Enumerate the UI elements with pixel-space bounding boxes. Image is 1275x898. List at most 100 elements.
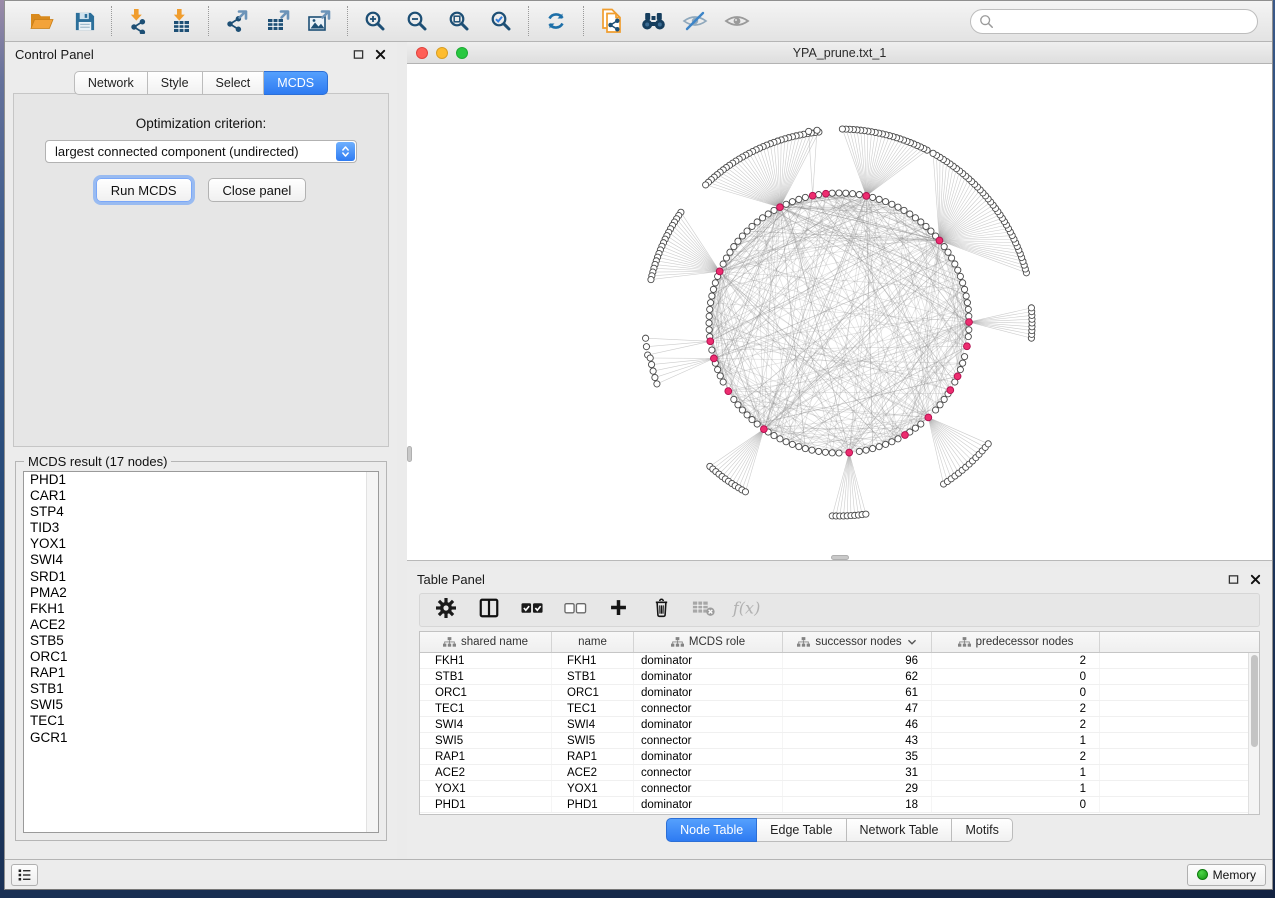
result-node-item[interactable]: ACE2: [24, 617, 378, 633]
list-icon: [17, 868, 32, 882]
result-node-item[interactable]: GCR1: [24, 730, 378, 746]
first-neighbors-button[interactable]: [637, 6, 669, 36]
status-list-button[interactable]: [11, 864, 38, 886]
float-panel-icon[interactable]: [351, 48, 365, 61]
table-row[interactable]: TEC1TEC1connector472: [420, 701, 1259, 717]
result-node-item[interactable]: PMA2: [24, 585, 378, 601]
result-node-item[interactable]: RAP1: [24, 665, 378, 681]
table-row[interactable]: ORC1ORC1dominator610: [420, 685, 1259, 701]
first-neighbors-icon: [640, 10, 667, 32]
gear-button[interactable]: [434, 598, 458, 622]
zoom-fit-button[interactable]: [443, 6, 475, 36]
network-vscroll-thumb[interactable]: [407, 446, 412, 462]
open-folder-button[interactable]: [26, 6, 58, 36]
add-icon: [608, 597, 629, 623]
result-node-item[interactable]: YOX1: [24, 536, 378, 552]
network-graph[interactable]: [407, 64, 1274, 560]
result-node-item[interactable]: TEC1: [24, 713, 378, 729]
network-titlebar: YPA_prune.txt_1: [407, 42, 1272, 64]
export-image-button[interactable]: [304, 6, 336, 36]
zoom-in-button[interactable]: [359, 6, 391, 36]
tab-style[interactable]: Style: [148, 71, 203, 95]
column-header-MCDS-role[interactable]: MCDS role: [634, 632, 783, 652]
column-header-successor-nodes[interactable]: successor nodes: [783, 632, 932, 652]
column-header-predecessor-nodes[interactable]: predecessor nodes: [932, 632, 1100, 652]
delete-button[interactable]: [649, 598, 673, 622]
deselect-all-button[interactable]: [563, 598, 587, 622]
tab-node-table[interactable]: Node Table: [666, 818, 757, 842]
panel-splitter[interactable]: [397, 42, 407, 859]
save-button[interactable]: [68, 6, 100, 36]
cell-predecessor_nodes: 2: [932, 653, 1100, 668]
result-node-item[interactable]: SWI5: [24, 697, 378, 713]
result-node-item[interactable]: SRD1: [24, 569, 378, 585]
table-row[interactable]: SWI5SWI5connector431: [420, 733, 1259, 749]
result-node-item[interactable]: ORC1: [24, 649, 378, 665]
zoom-out-button[interactable]: [401, 6, 433, 36]
table-scrollbar-thumb[interactable]: [1251, 655, 1258, 747]
table-row[interactable]: RAP1RAP1dominator352: [420, 749, 1259, 765]
cell-shared_name: PHD1: [420, 797, 552, 812]
search-wrap: [970, 9, 1258, 34]
add-button[interactable]: [606, 598, 630, 622]
select-all-button[interactable]: [520, 598, 544, 622]
table-row[interactable]: ACE2ACE2connector311: [420, 765, 1259, 781]
mcds-result-items: PHD1CAR1STP4TID3YOX1SWI4SRD1PMA2FKH1ACE2…: [24, 472, 378, 746]
run-mcds-button[interactable]: Run MCDS: [96, 178, 192, 202]
result-node-item[interactable]: PHD1: [24, 472, 378, 488]
search-input[interactable]: [970, 9, 1258, 34]
result-node-item[interactable]: STB1: [24, 681, 378, 697]
network-canvas[interactable]: [407, 64, 1272, 560]
result-node-item[interactable]: FKH1: [24, 601, 378, 617]
import-network-button[interactable]: [123, 6, 155, 36]
network-hscroll-thumb[interactable]: [831, 555, 849, 560]
optimization-criterion-label: Optimization criterion:: [136, 116, 267, 131]
column-header-filler: [1100, 632, 1259, 652]
table-row[interactable]: SWI4SWI4dominator462: [420, 717, 1259, 733]
result-node-item[interactable]: STP4: [24, 504, 378, 520]
result-list-scrollbar[interactable]: [366, 472, 378, 832]
column-label: successor nodes: [815, 636, 901, 648]
column-header-shared-name[interactable]: shared name: [420, 632, 552, 652]
export-table-button[interactable]: [262, 6, 294, 36]
tab-select[interactable]: Select: [203, 71, 265, 95]
column-header-name[interactable]: name: [552, 632, 634, 652]
close-table-panel-icon[interactable]: [1248, 573, 1262, 586]
hide-selected-button[interactable]: [679, 6, 711, 36]
export-network-button[interactable]: [220, 6, 252, 36]
tab-network-table[interactable]: Network Table: [847, 818, 953, 842]
refresh-button[interactable]: [540, 6, 572, 36]
main-toolbar: [5, 1, 1272, 42]
result-node-item[interactable]: SWI4: [24, 552, 378, 568]
table-row[interactable]: FKH1FKH1dominator962: [420, 653, 1259, 669]
column-label: MCDS role: [689, 636, 745, 648]
zoom-selected-icon: [489, 9, 513, 33]
node-table-header: shared namename MCDS role successor nodes p…: [420, 632, 1259, 653]
result-node-item[interactable]: TID3: [24, 520, 378, 536]
import-table-button[interactable]: [165, 6, 197, 36]
criterion-select[interactable]: largest connected component (undirected): [45, 140, 357, 163]
memory-button[interactable]: Memory: [1187, 864, 1266, 886]
cell-successor_nodes: 35: [783, 749, 932, 764]
share-document-button[interactable]: [595, 6, 627, 36]
tab-mcds[interactable]: MCDS: [264, 71, 328, 95]
table-row[interactable]: STB1STB1dominator620: [420, 669, 1259, 685]
cell-name: SWI4: [552, 717, 634, 732]
result-node-item[interactable]: CAR1: [24, 488, 378, 504]
close-panel-icon[interactable]: [373, 48, 387, 61]
close-panel-button[interactable]: Close panel: [208, 178, 307, 202]
zoom-selected-button[interactable]: [485, 6, 517, 36]
table-row[interactable]: PHD1PHD1dominator180: [420, 797, 1259, 813]
tab-network[interactable]: Network: [74, 71, 148, 95]
svg-text:f(x): f(x): [732, 598, 760, 617]
show-all-button[interactable]: [721, 6, 753, 36]
columns-button[interactable]: [477, 598, 501, 622]
zoom-fit-icon: [447, 9, 471, 33]
table-row[interactable]: YOX1YOX1connector291: [420, 781, 1259, 797]
cell-successor_nodes: 62: [783, 669, 932, 684]
float-table-panel-icon[interactable]: [1226, 573, 1240, 586]
tab-motifs[interactable]: Motifs: [952, 818, 1012, 842]
result-node-item[interactable]: STB5: [24, 633, 378, 649]
table-scrollbar[interactable]: [1248, 653, 1259, 814]
tab-edge-table[interactable]: Edge Table: [757, 818, 846, 842]
